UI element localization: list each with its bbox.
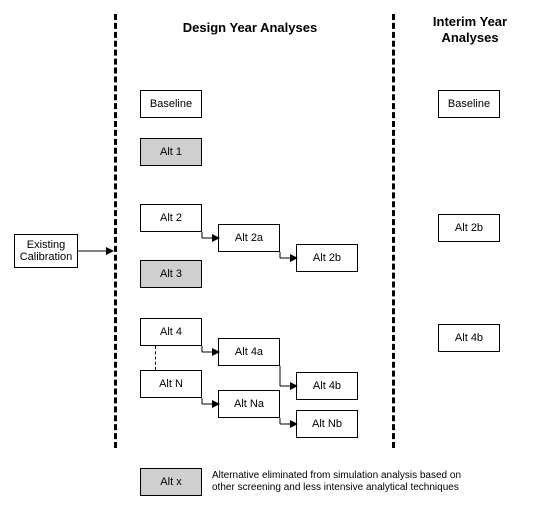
arrow-altN-to-altNa [198,398,220,410]
arrow-alt4a-to-alt4b [276,366,298,390]
arrow-alt2a-to-alt2b [276,252,298,264]
label-design-alt4: Alt 4 [160,326,182,338]
box-design-altNa: Alt Na [218,390,280,418]
label-interim-alt4b: Alt 4b [455,332,483,344]
arrow-altNa-to-altNb [276,418,298,430]
title-interim-year: Interim Year Analyses [415,14,525,45]
box-design-altN: Alt N [140,370,202,398]
box-existing-calibration: Existing Calibration [14,234,78,268]
label-design-altNb: Alt Nb [312,418,342,430]
box-design-alt2a: Alt 2a [218,224,280,252]
box-design-alt2: Alt 2 [140,204,202,232]
label-design-altN: Alt N [159,378,183,390]
label-design-altNa: Alt Na [234,398,264,410]
title-design-year: Design Year Analyses [150,20,350,36]
box-interim-alt4b: Alt 4b [438,324,500,352]
label-design-alt1: Alt 1 [160,146,182,158]
box-design-alt4b: Alt 4b [296,372,358,400]
box-interim-baseline: Baseline [438,90,500,118]
label-design-alt3: Alt 3 [160,268,182,280]
label-legend-altx: Alt x [160,476,181,488]
label-design-alt2: Alt 2 [160,212,182,224]
box-design-alt4a: Alt 4a [218,338,280,366]
label-design-alt2a: Alt 2a [235,232,263,244]
legend-box-altx: Alt x [140,468,202,496]
box-design-alt2b: Alt 2b [296,244,358,272]
arrow-alt4-to-alt4a [198,346,220,358]
arrow-alt2-to-alt2a [198,232,220,244]
label-interim-alt2b: Alt 2b [455,222,483,234]
label-existing-calibration: Existing Calibration [15,239,77,263]
label-design-alt2b: Alt 2b [313,252,341,264]
divider-right [392,14,395,448]
box-interim-alt2b: Alt 2b [438,214,500,242]
box-design-altNb: Alt Nb [296,410,358,438]
box-design-baseline: Baseline [140,90,202,118]
box-design-alt4: Alt 4 [140,318,202,346]
label-design-alt4b: Alt 4b [313,380,341,392]
alt4-to-altN-dashed [155,346,156,370]
label-design-alt4a: Alt 4a [235,346,263,358]
divider-left [114,14,117,448]
arrow-existing-to-design [78,244,114,258]
box-design-alt1: Alt 1 [140,138,202,166]
legend-text: Alternative eliminated from simulation a… [212,470,484,494]
label-interim-baseline: Baseline [448,98,490,110]
box-design-alt3: Alt 3 [140,260,202,288]
label-design-baseline: Baseline [150,98,192,110]
